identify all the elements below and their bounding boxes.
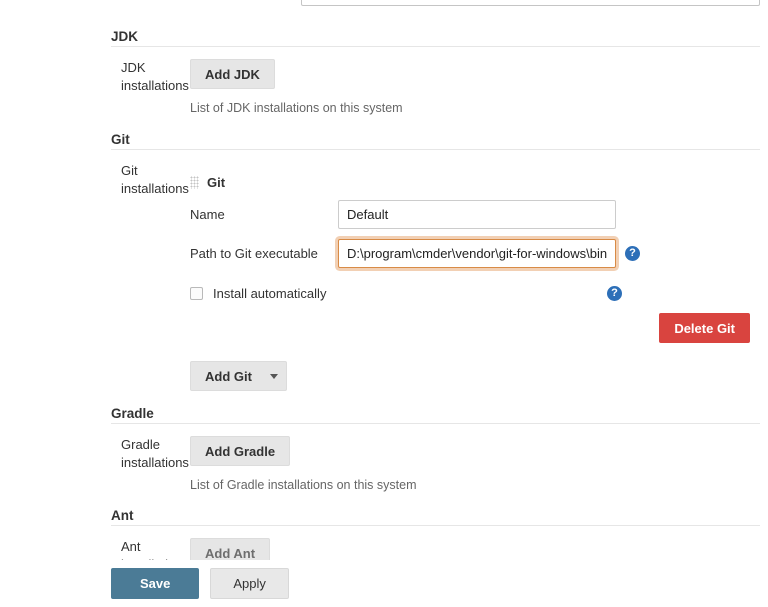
row-git-installations: Git installations Git Name Path to Git e… <box>0 162 768 391</box>
delete-git-row: Delete Git <box>190 313 768 343</box>
label-gradle-installations: Gradle installations <box>121 437 189 470</box>
git-entry-title: Git <box>207 174 226 190</box>
field-row-install-automatically: Install automatically ? <box>190 286 768 301</box>
label-git-name: Name <box>190 207 225 222</box>
jdk-help-text: List of JDK installations on this system <box>190 101 403 115</box>
save-button[interactable]: Save <box>111 568 200 599</box>
help-icon-install-automatically[interactable]: ? <box>607 286 622 301</box>
git-entry-header: Git <box>190 172 768 192</box>
add-git-row: Add Git <box>190 361 768 391</box>
add-gradle-button[interactable]: Add Gradle <box>190 436 291 466</box>
chevron-down-icon <box>269 373 278 379</box>
git-executable-path-input[interactable] <box>338 239 616 268</box>
section-heading-gradle: Gradle <box>111 406 154 421</box>
jdk-installations-content: Add JDK List of JDK installations on thi… <box>190 59 768 116</box>
add-git-button-label: Add Git <box>205 368 252 384</box>
gradle-installations-content: Add Gradle List of Gradle installations … <box>190 436 768 493</box>
label-jdk-installations: JDK installations <box>121 60 189 93</box>
section-divider-jdk <box>111 46 760 47</box>
row-ant-installations: Ant installations Add Ant <box>0 538 768 560</box>
section-divider-gradle <box>111 423 760 424</box>
partially-visible-text-field[interactable] <box>301 0 760 6</box>
section-heading-jdk: JDK <box>111 29 139 44</box>
label-ant-installations: Ant installations <box>121 539 189 560</box>
drag-handle-icon[interactable] <box>190 175 199 189</box>
add-ant-button[interactable]: Add Ant <box>190 538 271 560</box>
label-install-automatically[interactable]: Install automatically <box>213 286 326 301</box>
git-name-input[interactable] <box>338 200 616 229</box>
git-installations-content: Git Name Path to Git executable ? Instal… <box>190 162 768 391</box>
ant-installations-content: Add Ant <box>190 538 768 560</box>
label-git-path: Path to Git executable <box>190 246 318 261</box>
section-divider-git <box>111 149 760 150</box>
field-row-git-name: Name <box>190 200 768 229</box>
add-jdk-button[interactable]: Add JDK <box>190 59 275 89</box>
delete-git-button[interactable]: Delete Git <box>659 313 750 343</box>
help-icon-git-path[interactable]: ? <box>625 246 640 261</box>
apply-button[interactable]: Apply <box>210 568 289 599</box>
jenkins-global-tool-configuration-page: JDK JDK installations Add JDK List of JD… <box>0 0 768 607</box>
row-gradle-installations: Gradle installations Add Gradle List of … <box>0 436 768 493</box>
install-automatically-checkbox[interactable] <box>190 287 203 300</box>
row-jdk-installations: JDK installations Add JDK List of JDK in… <box>0 59 768 116</box>
git-installation-entry: Git Name Path to Git executable ? Instal… <box>190 172 768 343</box>
add-git-button[interactable]: Add Git <box>190 361 287 391</box>
section-heading-git: Git <box>111 132 130 147</box>
section-divider-ant <box>111 525 760 526</box>
settings-scroll-body: JDK JDK installations Add JDK List of JD… <box>0 8 768 560</box>
label-git-installations: Git installations <box>121 163 189 196</box>
form-footer-bar: Save Apply <box>0 560 768 607</box>
gradle-help-text: List of Gradle installations on this sys… <box>190 478 417 492</box>
section-heading-ant: Ant <box>111 508 134 523</box>
field-row-git-path: Path to Git executable ? <box>190 239 768 268</box>
